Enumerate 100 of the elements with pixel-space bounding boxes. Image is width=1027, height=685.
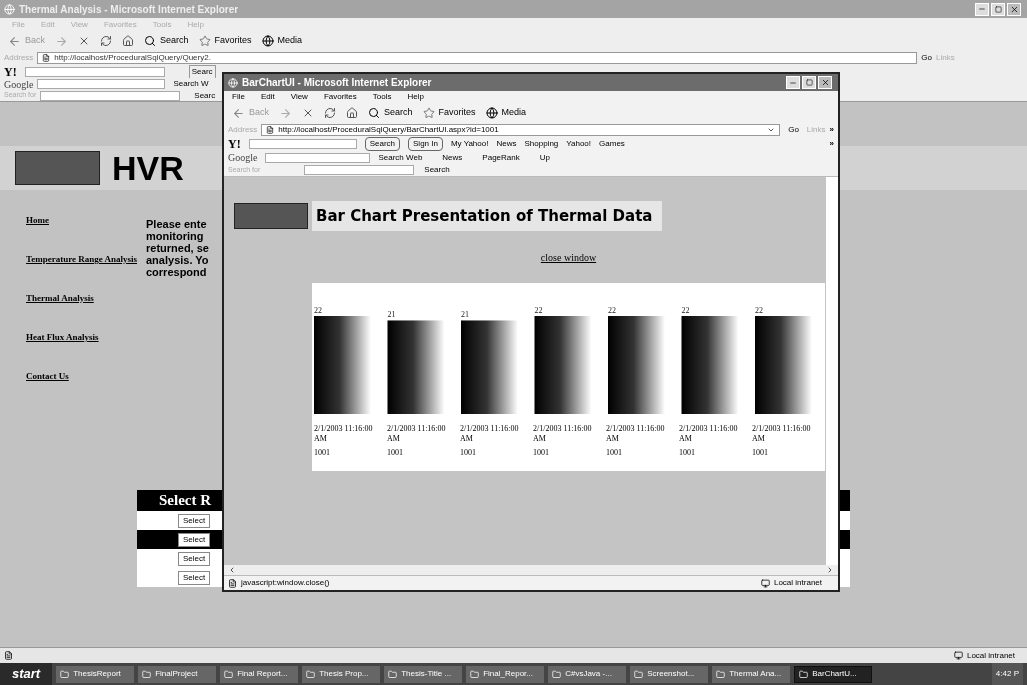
sensor-id-label: 1001 — [606, 447, 623, 459]
page-icon — [4, 651, 13, 660]
google-link[interactable]: PageRank — [482, 151, 520, 164]
close-window-link[interactable]: close window — [540, 249, 597, 265]
search-button[interactable]: Search — [424, 164, 450, 176]
star-icon — [198, 35, 211, 47]
window-title: BarChartUI - Microsoft Internet Explorer — [242, 76, 432, 90]
bar-category-label: 2/1/2003 11:16:00 AM — [533, 424, 593, 444]
taskbar-button[interactable]: Thesis Prop... — [302, 665, 381, 683]
taskbar-button[interactable]: C#vsJava -... — [548, 665, 627, 683]
search-button[interactable]: Searc — [194, 89, 216, 102]
taskbar-button[interactable]: Thesis-Title ... — [384, 665, 463, 683]
back-icon — [8, 34, 21, 48]
globe-icon — [485, 107, 498, 119]
taskbar-button[interactable]: BarChartU... — [794, 665, 873, 683]
bar-value-label: 22 — [681, 306, 690, 315]
menu-item[interactable]: Tools — [372, 91, 392, 103]
minimize-button[interactable] — [786, 76, 800, 89]
window-icon — [142, 669, 152, 679]
media-button[interactable]: Media — [261, 34, 303, 48]
taskbar-button[interactable]: Final_Repor... — [466, 665, 545, 683]
taskbar-button[interactable]: Thermal Ana... — [712, 665, 791, 683]
select-button[interactable]: Select — [178, 513, 211, 528]
close-button[interactable] — [1007, 2, 1021, 16]
taskbar-button[interactable]: ThesisReport — [56, 665, 135, 683]
nav-link[interactable]: Heat Flux Analysis — [26, 331, 146, 344]
forward-icon[interactable] — [55, 34, 68, 48]
yahoo-link[interactable]: Shopping — [524, 138, 559, 150]
bar-category-label: 2/1/2003 11:16:00 AM — [679, 424, 739, 444]
menu-item[interactable]: Edit — [260, 91, 275, 103]
stop-icon[interactable] — [78, 35, 90, 47]
address-field[interactable]: http://localhost/ProceduralSqlQuery/Query2. — [37, 52, 918, 64]
taskbar-button[interactable]: FinalProject — [138, 665, 217, 683]
menu-item[interactable]: Favorites — [323, 91, 357, 103]
search-button[interactable]: Search — [144, 34, 189, 48]
page-title: Bar Chart Presentation of Thermal Data — [316, 205, 653, 227]
bar-category-label: 2/1/2003 11:16:00 AM — [314, 424, 374, 444]
site-title: HVR — [112, 151, 184, 185]
favorites-button[interactable]: Favorites — [198, 34, 252, 48]
more-chevron[interactable]: » — [829, 124, 834, 136]
star-icon — [422, 107, 435, 119]
back-icon — [232, 106, 245, 120]
search-button[interactable]: Search — [368, 106, 413, 120]
menu-item[interactable]: Help — [407, 91, 424, 103]
menu-item[interactable]: File — [232, 91, 245, 103]
bar-value-label: 22 — [314, 306, 322, 315]
search-for-field[interactable] — [304, 165, 415, 175]
ie-icon — [228, 77, 238, 88]
status-text: javascript:window.close() — [241, 577, 330, 589]
nav-link[interactable]: Contact Us — [26, 370, 146, 383]
yahoo-search-field[interactable] — [248, 139, 357, 149]
start-button[interactable]: start — [0, 663, 53, 685]
google-link[interactable]: News — [442, 151, 463, 164]
nav-link[interactable]: Temperature Range Analysis — [26, 253, 146, 266]
window-icon — [224, 669, 234, 679]
search-icon — [368, 107, 380, 119]
sensor-id-label: 1001 — [314, 447, 331, 459]
google-search-field[interactable] — [37, 79, 166, 89]
refresh-icon[interactable] — [324, 107, 336, 119]
home-icon[interactable] — [122, 35, 134, 47]
bar-category-label: 2/1/2003 11:16:00 AM — [460, 424, 520, 444]
menu-item[interactable]: View — [290, 91, 308, 103]
close-button[interactable] — [818, 76, 832, 89]
nav-link[interactable]: Thermal Analysis — [26, 292, 146, 305]
home-icon[interactable] — [346, 107, 358, 119]
sensor-id-label: 1001 — [752, 447, 769, 459]
bar-category-label: 2/1/2003 11:16:00 AM — [752, 424, 812, 444]
minimize-button[interactable] — [975, 2, 989, 16]
stop-icon[interactable] — [302, 107, 314, 119]
media-button[interactable]: Media — [485, 106, 527, 120]
refresh-icon[interactable] — [100, 35, 112, 47]
page-icon — [266, 126, 275, 134]
search-for-field[interactable] — [40, 90, 181, 101]
nav-link[interactable]: Home — [26, 214, 146, 227]
forward-icon[interactable] — [279, 106, 292, 120]
bar-category-label: 2/1/2003 11:16:00 AM — [387, 424, 447, 444]
search-web-button[interactable]: Search Web — [378, 151, 423, 164]
favorites-button[interactable]: Favorites — [422, 106, 476, 120]
bar-value-label: 21 — [461, 310, 469, 320]
close-icon — [1009, 4, 1019, 14]
yahoo-link[interactable]: Games — [599, 138, 625, 150]
address-field[interactable]: http://localhost/ProceduralSqlQuery/BarChartUI.aspx?id=1001 — [261, 124, 781, 136]
select-button[interactable]: Select — [178, 551, 211, 566]
yahoo-link[interactable]: News — [496, 138, 517, 150]
search-web-button[interactable]: Search W — [173, 78, 209, 90]
select-button[interactable]: Select — [178, 570, 211, 585]
horizontal-scrollbar[interactable] — [224, 565, 838, 575]
yahoo-link[interactable]: My Yahoo! — [450, 138, 489, 150]
more-chevron[interactable]: » — [829, 138, 834, 150]
taskbar-button[interactable]: Final Report... — [220, 665, 299, 683]
google-link[interactable]: Up — [539, 151, 550, 164]
select-button[interactable]: Select — [178, 532, 211, 547]
taskbar-button[interactable]: Screenshot... — [630, 665, 709, 683]
yahoo-search-field[interactable] — [24, 66, 165, 77]
go-button[interactable]: Go — [784, 124, 803, 136]
window-icon — [799, 669, 809, 679]
intranet-icon — [953, 651, 963, 660]
go-button[interactable]: Go — [921, 52, 933, 64]
google-search-field[interactable] — [265, 152, 371, 163]
yahoo-link[interactable]: Yahoo! — [566, 138, 592, 150]
